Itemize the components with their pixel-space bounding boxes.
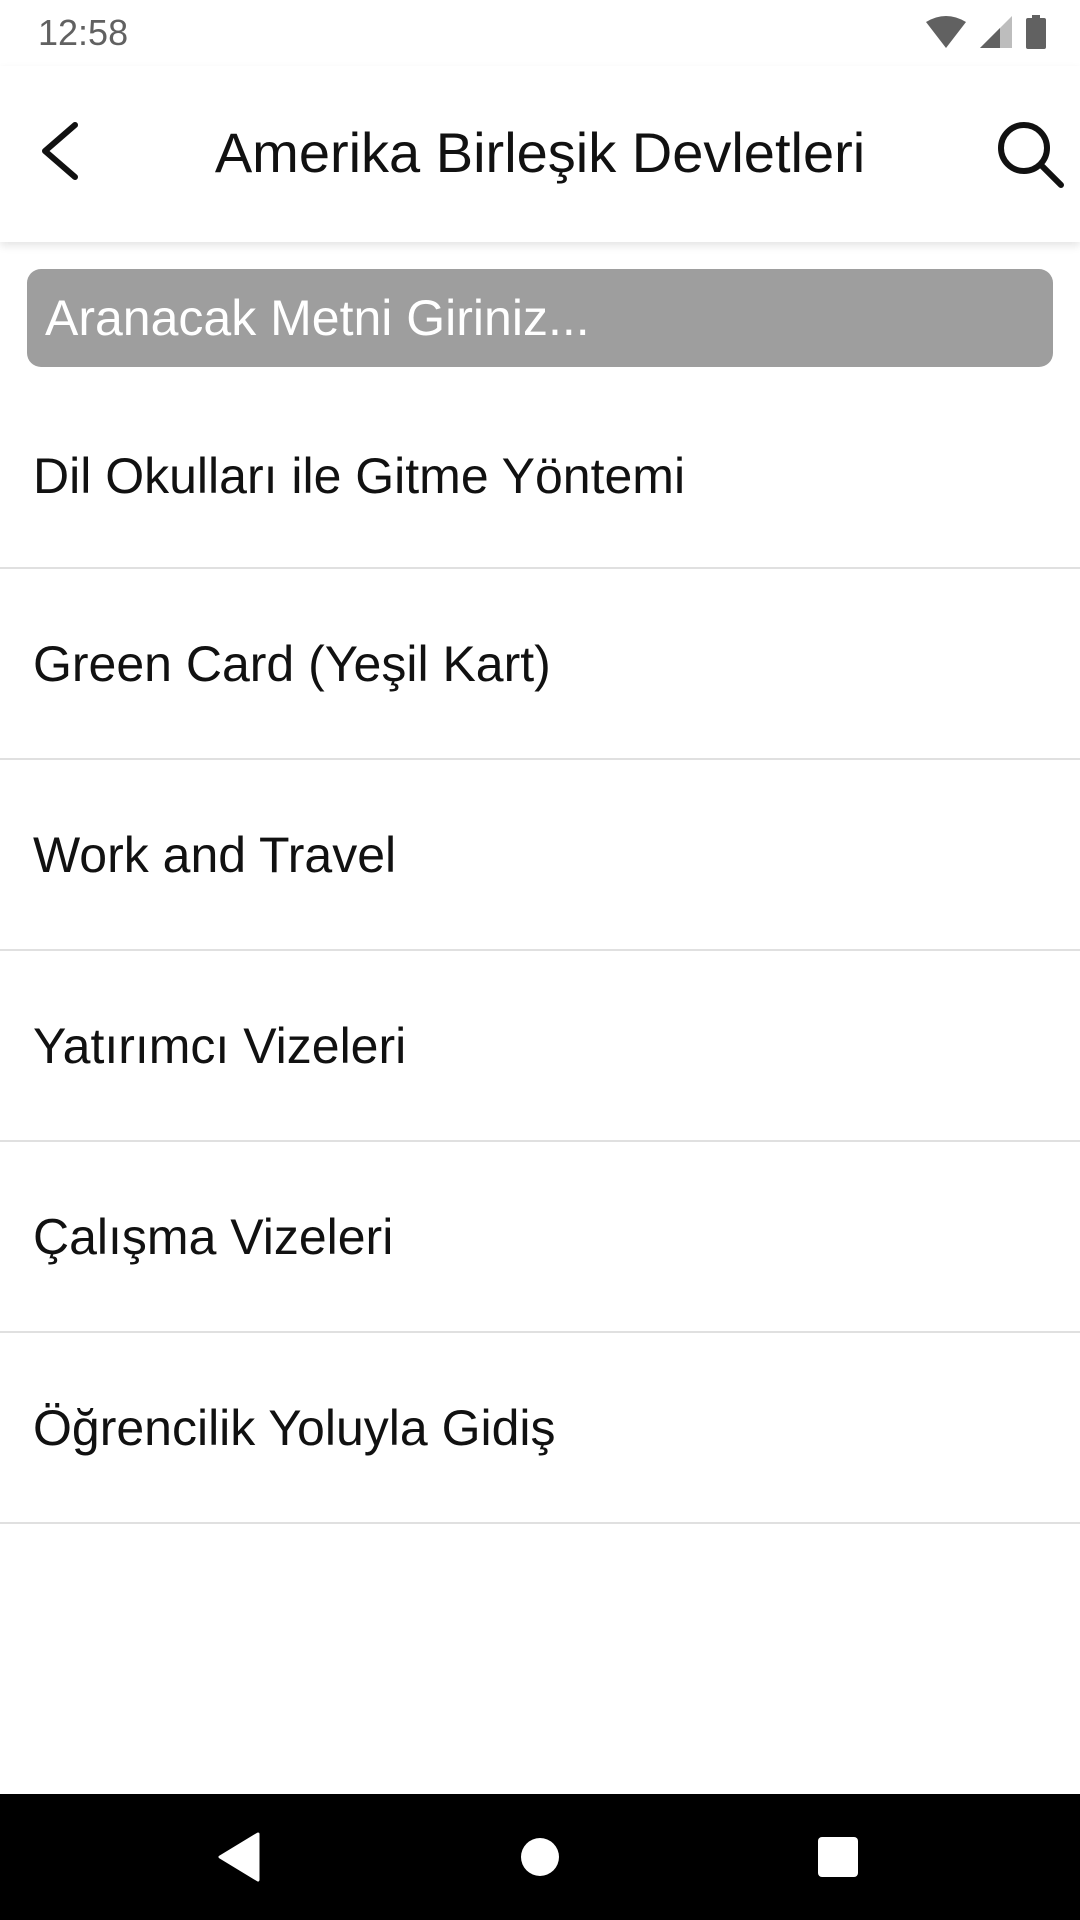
app-bar: Amerika Birleşik Devletleri bbox=[0, 66, 1080, 242]
nav-back-icon bbox=[218, 1832, 260, 1882]
list-item-label: Yatırımcı Vizeleri bbox=[33, 1017, 407, 1074]
status-icons bbox=[926, 14, 1046, 50]
list-item[interactable]: Work and Travel bbox=[0, 760, 1080, 951]
nav-home-button[interactable] bbox=[505, 1822, 575, 1892]
status-bar: 12:58 bbox=[0, 0, 1080, 66]
page-title: Amerika Birleşik Devletleri bbox=[214, 121, 866, 184]
topic-list: Dil Okulları ile Gitme Yöntemi Green Car… bbox=[0, 384, 1080, 1524]
list-item-label: Green Card (Yeşil Kart) bbox=[33, 635, 551, 692]
nav-recents-icon bbox=[818, 1837, 858, 1877]
list-item-label: Work and Travel bbox=[33, 826, 397, 883]
nav-back-button[interactable] bbox=[203, 1822, 273, 1892]
list-item[interactable]: Dil Okulları ile Gitme Yöntemi bbox=[0, 384, 1080, 569]
list-item-label: Dil Okulları ile Gitme Yöntemi bbox=[33, 447, 686, 504]
wifi-icon bbox=[926, 16, 966, 48]
list-item[interactable]: Çalışma Vizeleri bbox=[0, 1142, 1080, 1333]
search-icon bbox=[998, 122, 1064, 188]
system-nav-bar bbox=[0, 1794, 1080, 1920]
list-item[interactable]: Öğrencilik Yoluyla Gidiş bbox=[0, 1333, 1080, 1524]
search-input[interactable] bbox=[45, 289, 1053, 347]
list-item-label: Öğrencilik Yoluyla Gidiş bbox=[33, 1399, 556, 1456]
battery-icon bbox=[1026, 15, 1046, 49]
list-item-label: Çalışma Vizeleri bbox=[33, 1208, 394, 1265]
search-field[interactable] bbox=[27, 269, 1053, 367]
nav-recents-button[interactable] bbox=[803, 1822, 873, 1892]
cell-signal-icon bbox=[980, 16, 1012, 48]
list-item[interactable]: Yatırımcı Vizeleri bbox=[0, 951, 1080, 1142]
search-button[interactable] bbox=[990, 114, 1070, 194]
status-time: 12:58 bbox=[38, 12, 129, 53]
list-item[interactable]: Green Card (Yeşil Kart) bbox=[0, 569, 1080, 760]
nav-home-icon bbox=[521, 1838, 559, 1876]
